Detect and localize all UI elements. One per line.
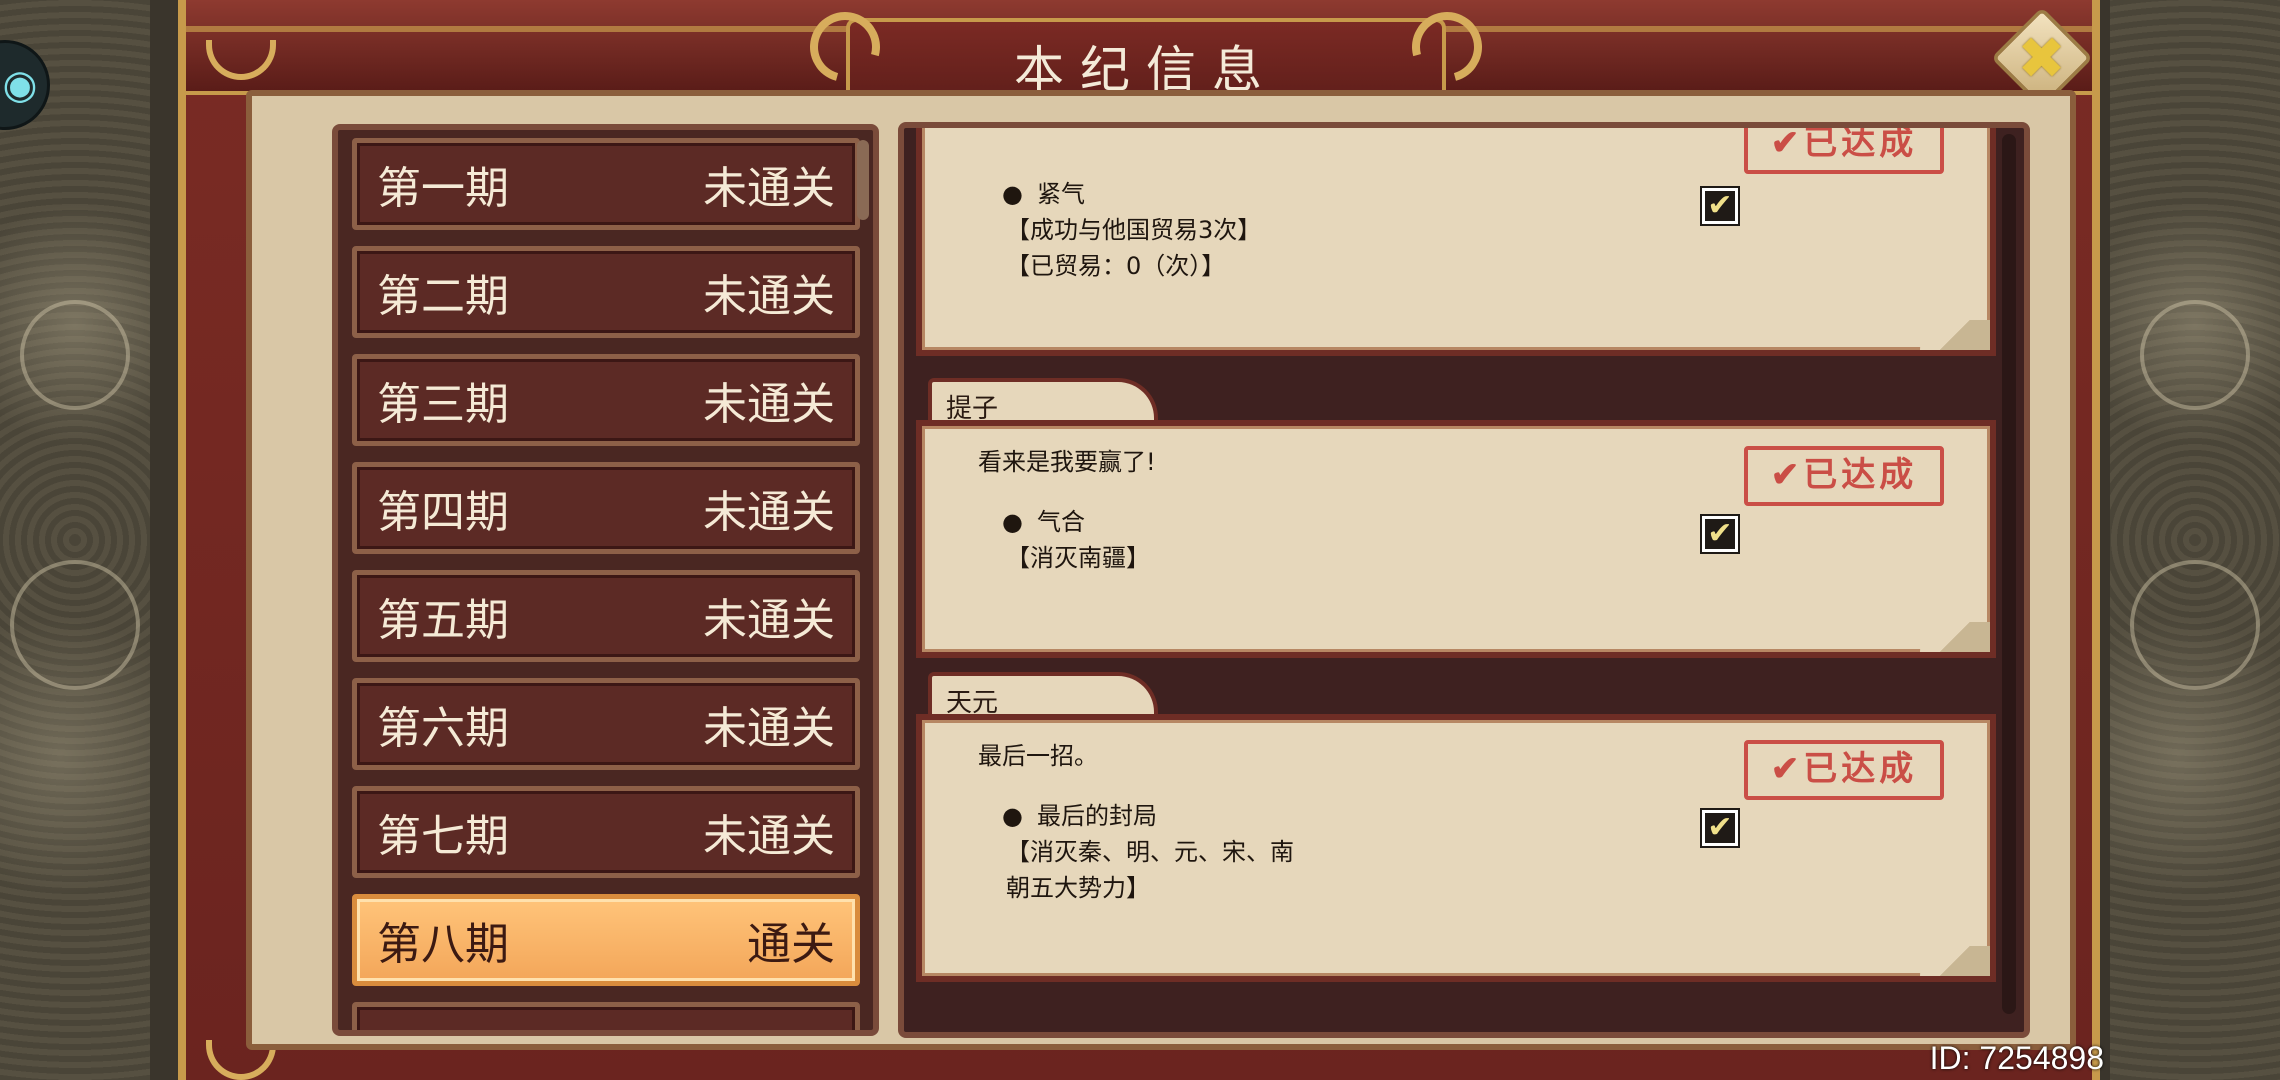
goal-block: ● 紧气 【成功与他国贸易3次】 【已贸易：0（次）】: [1002, 176, 1261, 284]
completed-checkbox: ✔: [1702, 188, 1738, 224]
completed-stamp: ✔已达成: [1744, 128, 1944, 174]
background-left-pattern: ◉: [0, 0, 150, 1080]
goal-name: 最后的封局: [1036, 802, 1157, 830]
period-status: 未通关: [703, 487, 835, 538]
period-item-6[interactable]: 第六期 未通关: [352, 678, 860, 770]
goal-name: 气合: [1036, 508, 1085, 536]
period-status: 未通关: [703, 379, 835, 430]
avatar-button[interactable]: ◉: [0, 40, 50, 130]
period-name: 第六期: [377, 703, 509, 754]
goal-block: ● 气合 【消灭南疆】: [1002, 504, 1150, 576]
period-item-4[interactable]: 第四期 未通关: [352, 462, 860, 554]
dragon-emblem-left: [20, 300, 130, 410]
dialog-frame: 本纪信息 ✖ 第一期 未通关 第二期 未通关 第三期 未通关 第四期 未通关 第…: [178, 0, 2100, 1080]
period-status: 未通关: [703, 271, 835, 322]
completed-checkbox: ✔: [1702, 810, 1738, 846]
period-name: 第一期: [377, 163, 509, 214]
goal-progress: 【已贸易：0（次）】: [1006, 252, 1226, 280]
dragon-emblem-right: [2140, 300, 2250, 410]
period-item-next[interactable]: [352, 1002, 860, 1030]
completed-stamp: ✔已达成: [1744, 446, 1944, 506]
goal-name: 紧气: [1036, 180, 1085, 208]
goal-block: ● 最后的封局 【消灭秦、明、元、宋、南 朝五大势力】: [1002, 798, 1294, 906]
character-quote: 看来是我要赢了!: [978, 448, 1156, 476]
period-item-7[interactable]: 第七期 未通关: [352, 786, 860, 878]
player-id: ID: 7254898: [1929, 1040, 2104, 1076]
period-status: 未通关: [703, 703, 835, 754]
background-right-pattern: [2110, 0, 2280, 1080]
period-item-8[interactable]: 第八期 通关: [352, 894, 860, 986]
completed-stamp: ✔已达成: [1744, 740, 1944, 800]
period-name: 第七期: [377, 811, 509, 862]
paper-curl: [1920, 622, 1990, 652]
period-status: 通关: [747, 919, 835, 970]
goal-progress: 朝五大势力】: [1006, 874, 1150, 902]
content-panel: 第一期 未通关 第二期 未通关 第三期 未通关 第四期 未通关 第五期 未通关 …: [246, 90, 2076, 1050]
paper-curl: [1920, 320, 1990, 350]
period-list[interactable]: 第一期 未通关 第二期 未通关 第三期 未通关 第四期 未通关 第五期 未通关 …: [332, 124, 879, 1036]
bullet-icon: ●: [1002, 802, 1023, 830]
dragon-emblem-right-2: [2130, 560, 2260, 690]
period-list-scrollbar[interactable]: [857, 140, 869, 220]
close-icon: ✖: [2017, 24, 2067, 92]
character-tab: 提子: [928, 378, 1158, 424]
achievement-card-3: 最后一招。 ✔已达成 ● 最后的封局 【消灭秦、明、元、宋、南 朝五大势力】 ✔: [916, 714, 1996, 982]
achievement-card-2: 看来是我要赢了! ✔已达成 ● 气合 【消灭南疆】 ✔: [916, 420, 1996, 658]
achievement-card-1: ✔已达成 ● 紧气 【成功与他国贸易3次】 【已贸易：0（次）】 ✔: [916, 128, 1996, 356]
goal-description: 【消灭南疆】: [1006, 544, 1150, 572]
goal-description: 【消灭秦、明、元、宋、南: [1006, 838, 1294, 866]
period-item-5[interactable]: 第五期 未通关: [352, 570, 860, 662]
completed-checkbox: ✔: [1702, 516, 1738, 552]
period-name: 第四期: [377, 487, 509, 538]
achievement-list[interactable]: ✔已达成 ● 紧气 【成功与他国贸易3次】 【已贸易：0（次）】 ✔ 提子 看来是…: [898, 122, 2030, 1038]
period-status: 未通关: [703, 163, 835, 214]
period-name: 第二期: [377, 271, 509, 322]
bullet-icon: ●: [1002, 180, 1023, 208]
period-item-2[interactable]: 第二期 未通关: [352, 246, 860, 338]
bullet-icon: ●: [1002, 508, 1023, 536]
character-quote: 最后一招。: [978, 742, 1098, 770]
paper-curl: [1920, 946, 1990, 976]
goal-description: 【成功与他国贸易3次】: [1006, 216, 1262, 244]
period-item-3[interactable]: 第三期 未通关: [352, 354, 860, 446]
achievement-scrollbar[interactable]: [2002, 134, 2016, 1014]
period-name: 第三期: [377, 379, 509, 430]
period-status: 未通关: [703, 811, 835, 862]
period-name: 第八期: [377, 919, 509, 970]
period-status: 未通关: [703, 595, 835, 646]
character-tab: 天元: [928, 672, 1158, 718]
dragon-face-icon: ◉: [2, 62, 38, 108]
dragon-emblem-left-2: [10, 560, 140, 690]
period-item-1[interactable]: 第一期 未通关: [352, 138, 860, 230]
period-name: 第五期: [377, 595, 509, 646]
